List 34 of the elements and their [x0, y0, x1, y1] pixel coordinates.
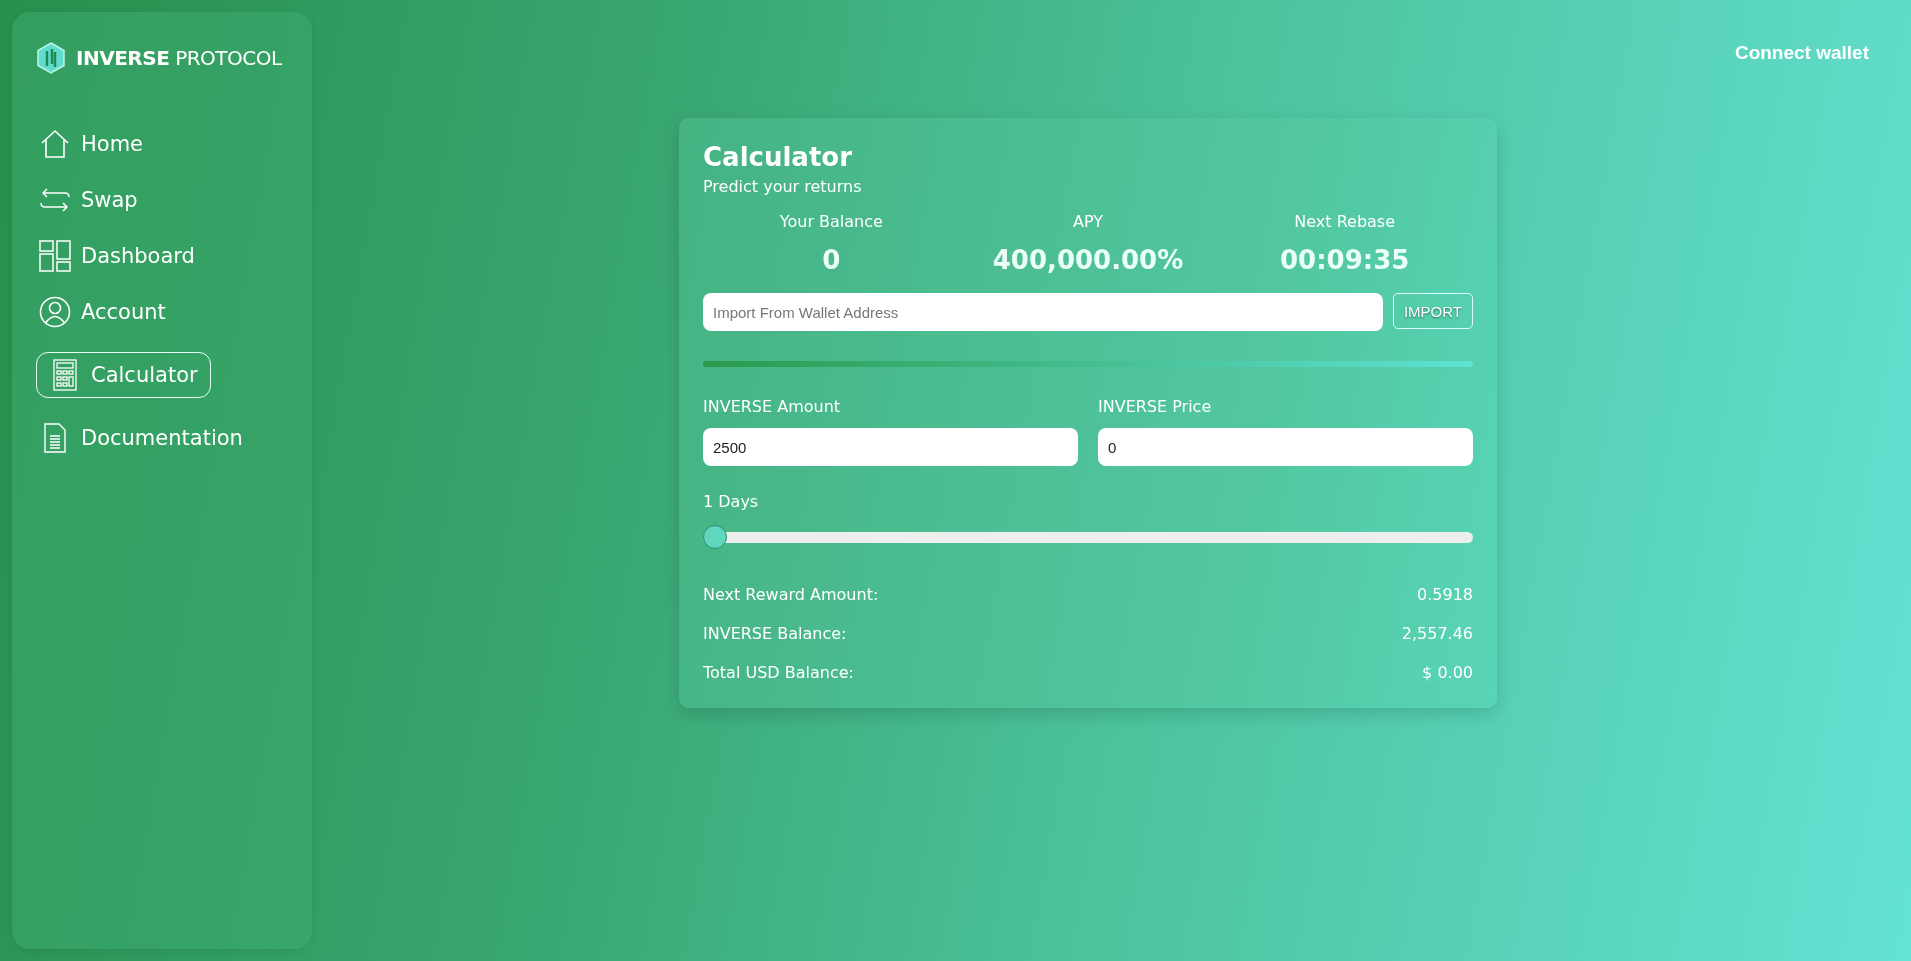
number-input-field[interactable]: 0 [1098, 428, 1473, 467]
nav-item[interactable]: Documentation [36, 416, 246, 460]
days-label: 1 Days [703, 492, 759, 512]
house-icon [39, 128, 71, 160]
card-title: Calculator [703, 142, 854, 174]
nav-item[interactable]: Calculator [36, 352, 211, 398]
number-input-field[interactable]: 2500 [703, 428, 1078, 467]
nav-item[interactable]: Swap [36, 178, 141, 222]
slider-thumb[interactable] [703, 524, 727, 549]
dashboard-grid-icon [39, 240, 71, 272]
card-subtitle: Predict your returns [703, 177, 863, 197]
nav-item[interactable]: Dashboard [36, 234, 198, 278]
field-label: INVERSE Price [1098, 397, 1212, 417]
nav-item[interactable]: Home [36, 122, 146, 166]
nav-item[interactable]: Account [36, 290, 169, 334]
stat-label: APY [1073, 212, 1103, 232]
stat-value: 400,000.00% [992, 245, 1184, 276]
result-label: Next Reward Amount: [703, 585, 879, 605]
stat-label: Your Balance [779, 212, 883, 232]
brand-name: INVERSE PROTOCOL [76, 46, 282, 70]
result-value: 0.5918 [1417, 585, 1473, 605]
result-value: $ 0.00 [1422, 663, 1473, 683]
result-label: INVERSE Balance: [703, 624, 847, 644]
stat-value: 00:09:35 [1280, 245, 1410, 276]
result-label: Total USD Balance: [703, 663, 854, 683]
stat-label: Next Rebase [1294, 212, 1396, 232]
user-circle-icon [39, 296, 71, 328]
hexagon-logo-icon [36, 42, 66, 74]
field-label: INVERSE Amount [703, 397, 841, 417]
stat-value: 0 [822, 245, 841, 276]
wallet-address-field[interactable]: Import From Wallet Address [703, 293, 1383, 332]
connect-wallet-button[interactable]: Connect wallet [1732, 40, 1871, 66]
result-value: 2,557.46 [1401, 624, 1473, 644]
import-button[interactable]: IMPORT [1392, 293, 1473, 330]
